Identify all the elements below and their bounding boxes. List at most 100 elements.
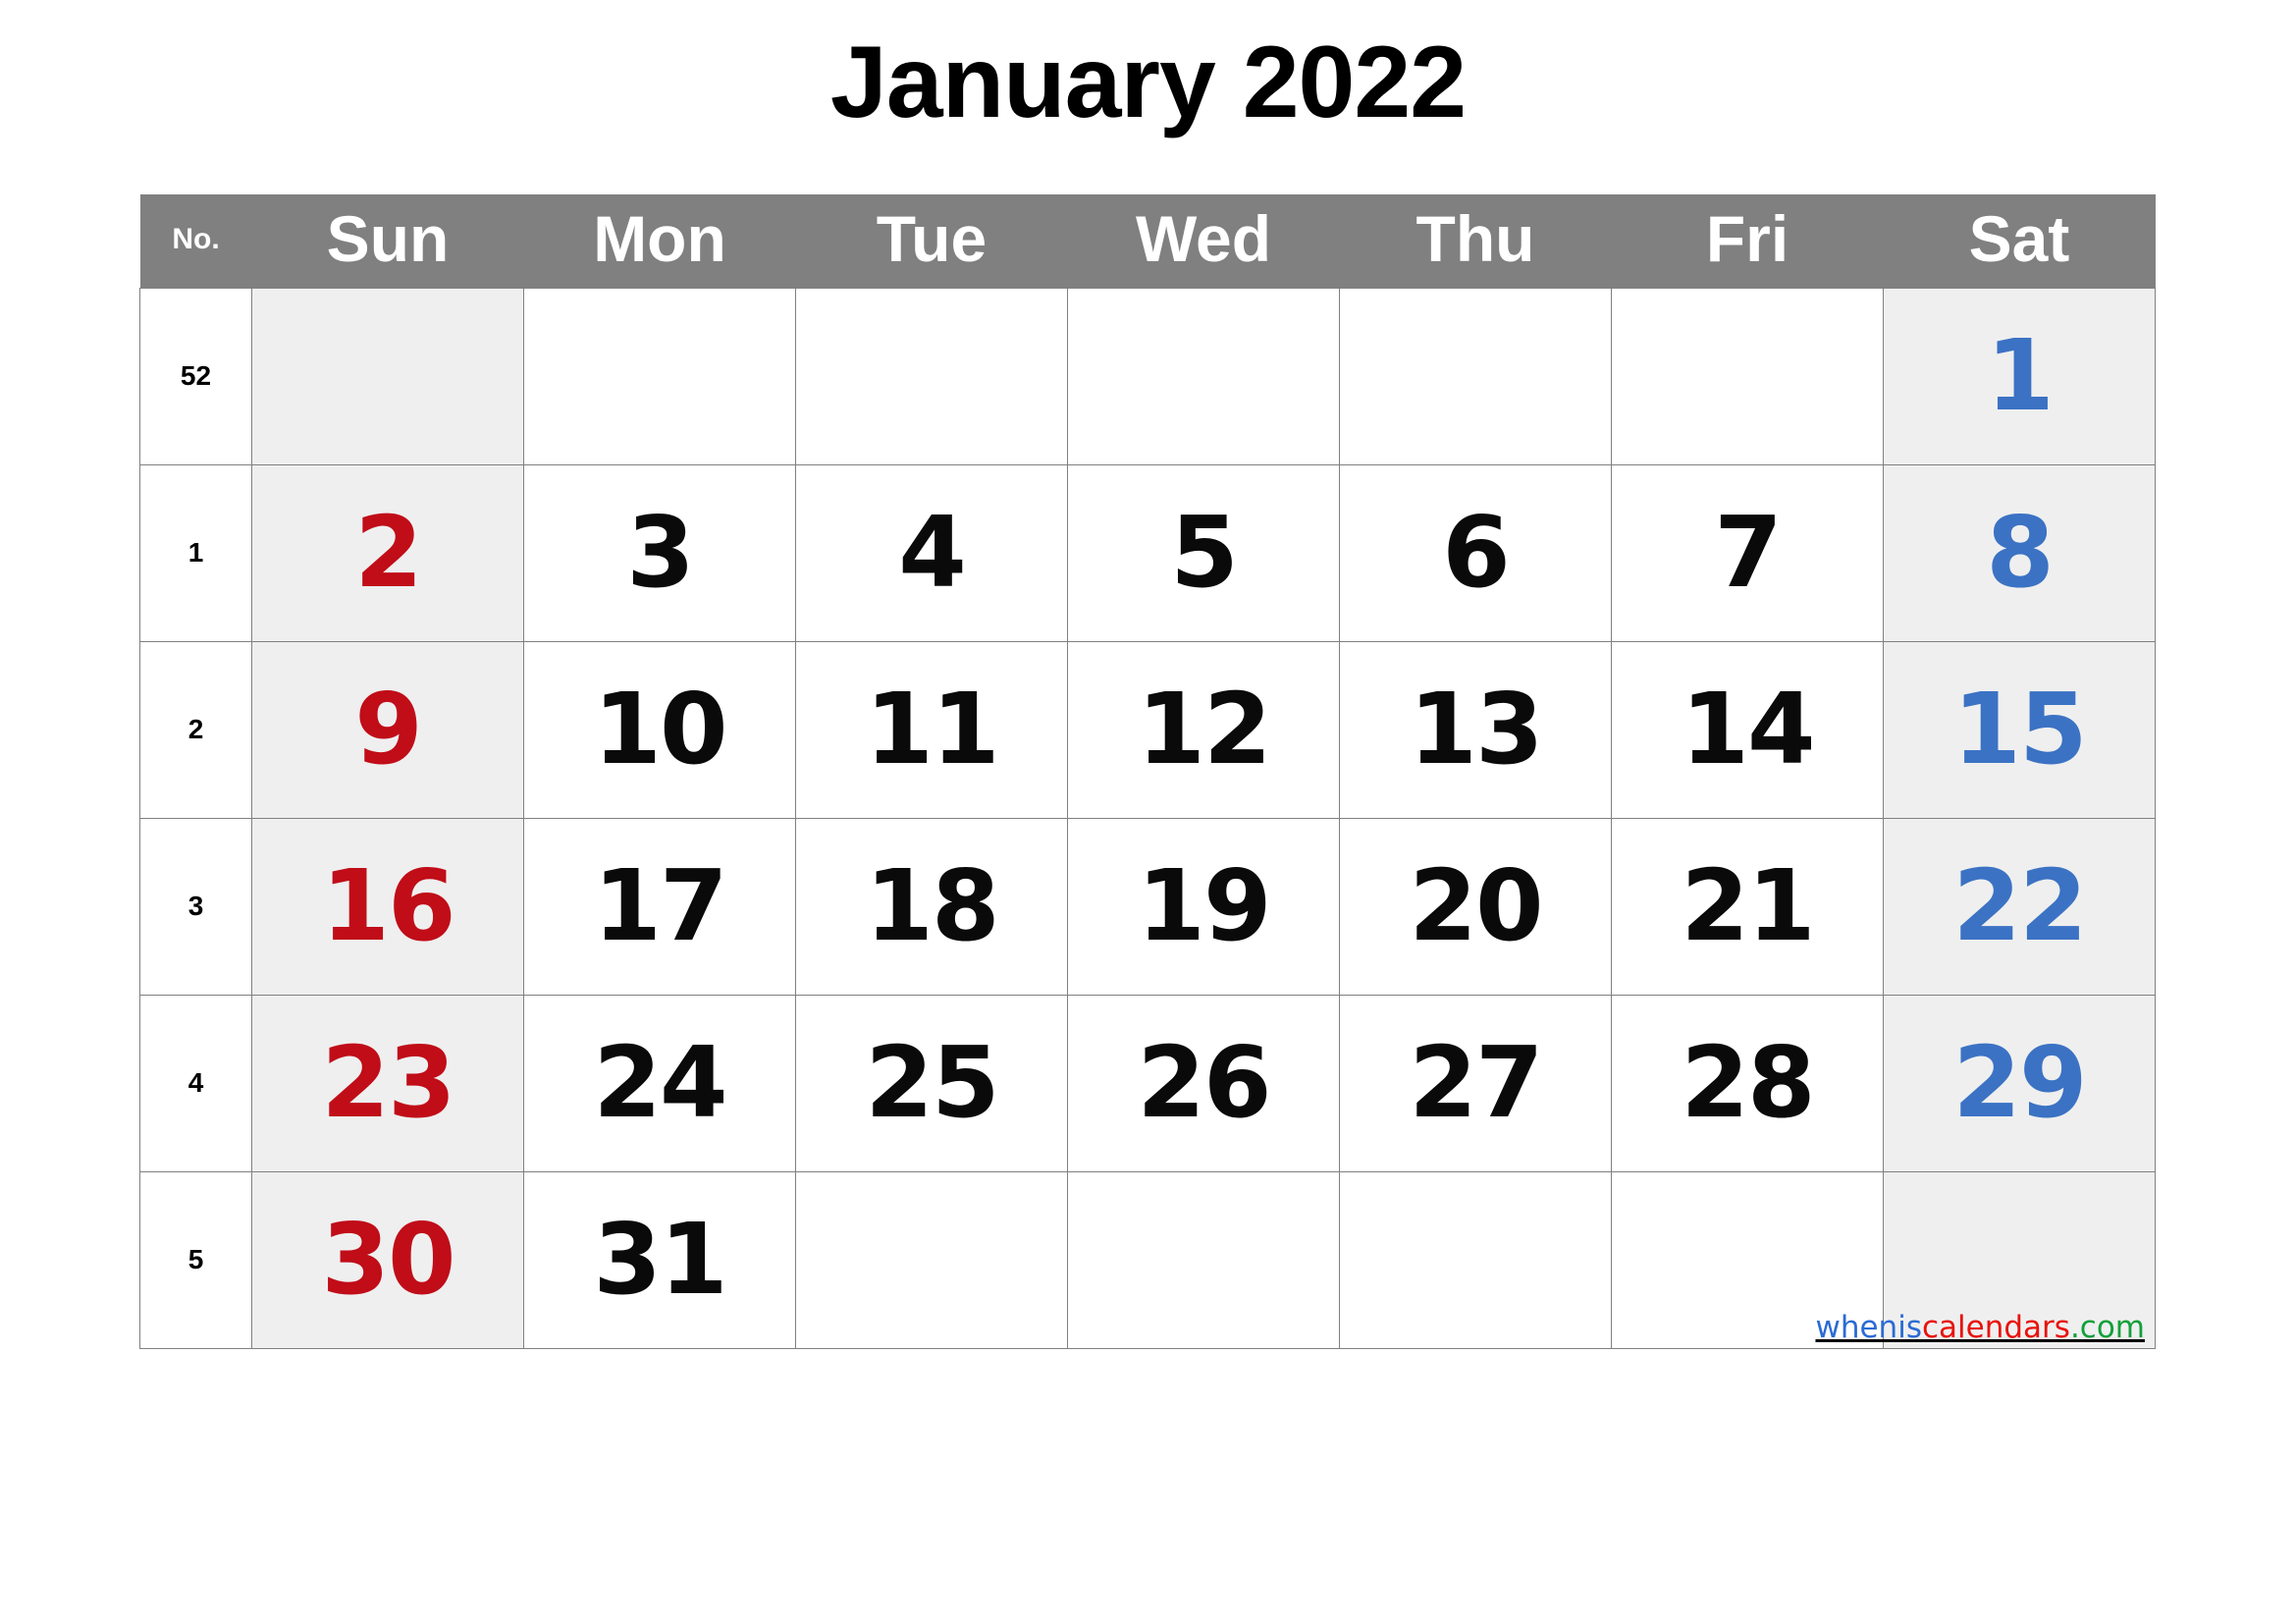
day-number: 15 xyxy=(1952,672,2087,786)
day-number: 24 xyxy=(593,1025,727,1140)
day-number: 14 xyxy=(1681,672,1815,786)
calendar-day-cell[interactable]: 3 xyxy=(523,463,796,642)
calendar-page: January 2022 No. Sun Mon Tue Wed Thu Fri… xyxy=(0,0,2296,1624)
day-number: 27 xyxy=(1409,1025,1543,1140)
calendar-day-cell[interactable] xyxy=(1067,1170,1340,1349)
day-number: 31 xyxy=(593,1202,727,1317)
day-header-fri: Fri xyxy=(1611,194,1884,288)
day-number: 8 xyxy=(1986,495,2055,610)
calendar-day-cell[interactable] xyxy=(1339,1170,1612,1349)
day-number: 12 xyxy=(1137,672,1271,786)
calendar-day-cell[interactable]: 21 xyxy=(1611,817,1884,996)
calendar-day-cell[interactable]: 1 xyxy=(1883,287,2156,465)
day-number: 3 xyxy=(626,495,695,610)
calendar-week-row: 3 16 17 18 19 20 21 22 xyxy=(139,817,2156,996)
calendar-day-cell[interactable]: 25 xyxy=(795,994,1068,1172)
day-header-thu: Thu xyxy=(1339,194,1612,288)
watermark-part-two: calendars xyxy=(1921,1309,2070,1345)
day-header-sun: Sun xyxy=(251,194,524,288)
week-number-cell: 4 xyxy=(139,994,252,1172)
calendar-day-cell[interactable] xyxy=(1611,287,1884,465)
calendar-day-cell[interactable] xyxy=(523,287,796,465)
calendar-day-cell[interactable]: 19 xyxy=(1067,817,1340,996)
day-number: 20 xyxy=(1409,848,1543,963)
day-number: 28 xyxy=(1681,1025,1815,1140)
day-number: 16 xyxy=(321,848,455,963)
day-number: 29 xyxy=(1952,1025,2087,1140)
day-number: 18 xyxy=(865,848,999,963)
calendar-day-cell[interactable]: 5 xyxy=(1067,463,1340,642)
day-number: 11 xyxy=(865,672,999,786)
calendar-day-cell[interactable]: 23 xyxy=(251,994,524,1172)
calendar-day-cell[interactable]: 31 xyxy=(523,1170,796,1349)
calendar-day-cell[interactable]: 11 xyxy=(795,640,1068,819)
day-number: 10 xyxy=(593,672,727,786)
calendar-day-cell[interactable]: 13 xyxy=(1339,640,1612,819)
calendar-day-cell[interactable]: 9 xyxy=(251,640,524,819)
day-number: 4 xyxy=(898,495,967,610)
calendar-day-cell[interactable]: 16 xyxy=(251,817,524,996)
calendar-day-cell[interactable]: wheniscalendars.com xyxy=(1815,1170,2156,1349)
page-title: January 2022 xyxy=(829,26,1467,139)
calendar-day-cell[interactable]: 17 xyxy=(523,817,796,996)
calendar-day-cell[interactable]: 8 xyxy=(1883,463,2156,642)
calendar-day-cell[interactable]: 4 xyxy=(795,463,1068,642)
calendar-day-cell[interactable]: 2 xyxy=(251,463,524,642)
day-number: 26 xyxy=(1137,1025,1271,1140)
calendar-day-cell[interactable]: 12 xyxy=(1067,640,1340,819)
day-header-tue: Tue xyxy=(795,194,1068,288)
day-number: 17 xyxy=(593,848,727,963)
calendar-day-cell[interactable]: 7 xyxy=(1611,463,1884,642)
calendar-week-row: 2 9 10 11 12 13 14 15 xyxy=(139,640,2156,819)
week-number-cell: 52 xyxy=(139,287,252,465)
watermark-link[interactable]: wheniscalendars.com xyxy=(1815,1311,2145,1344)
calendar-day-cell[interactable] xyxy=(251,287,524,465)
calendar-day-cell[interactable]: 10 xyxy=(523,640,796,819)
week-number-cell: 5 xyxy=(139,1170,252,1349)
day-number: 6 xyxy=(1442,495,1511,610)
day-header-sat: Sat xyxy=(1883,194,2156,288)
watermark-part-three: .com xyxy=(2069,1309,2145,1345)
weekday-header: No. Sun Mon Tue Wed Thu Fri Sat xyxy=(139,194,2156,288)
calendar-day-cell[interactable]: 30 xyxy=(251,1170,524,1349)
calendar-day-cell[interactable]: 28 xyxy=(1611,994,1884,1172)
day-number: 13 xyxy=(1409,672,1543,786)
calendar-day-cell[interactable] xyxy=(1339,287,1612,465)
calendar-day-cell[interactable]: 18 xyxy=(795,817,1068,996)
calendar-week-row: 5 30 31 wheniscalendars.com xyxy=(139,1170,2156,1349)
day-number: 9 xyxy=(354,672,423,786)
day-number: 1 xyxy=(1986,318,2055,433)
week-number-header: No. xyxy=(139,194,252,288)
day-number: 25 xyxy=(865,1025,999,1140)
calendar-day-cell[interactable]: 29 xyxy=(1883,994,2156,1172)
calendar-day-cell[interactable]: 14 xyxy=(1611,640,1884,819)
day-number: 22 xyxy=(1952,848,2087,963)
calendar-day-cell[interactable] xyxy=(1067,287,1340,465)
calendar-header-row: No. Sun Mon Tue Wed Thu Fri Sat xyxy=(139,194,2156,288)
calendar-day-cell[interactable]: 22 xyxy=(1883,817,2156,996)
day-number: 5 xyxy=(1170,495,1239,610)
calendar-day-cell[interactable] xyxy=(795,287,1068,465)
calendar-day-cell[interactable]: 6 xyxy=(1339,463,1612,642)
day-number: 7 xyxy=(1714,495,1783,610)
day-number: 21 xyxy=(1681,848,1815,963)
day-header-wed: Wed xyxy=(1067,194,1340,288)
day-header-mon: Mon xyxy=(523,194,796,288)
calendar-day-cell[interactable]: 15 xyxy=(1883,640,2156,819)
watermark-part-one: whenis xyxy=(1815,1309,1922,1345)
calendar-day-cell[interactable] xyxy=(795,1170,1068,1349)
week-number-cell: 3 xyxy=(139,817,252,996)
calendar-week-row: 52 1 xyxy=(139,287,2156,465)
calendar-week-row: 12 3 4 5 6 7 8 xyxy=(139,463,2156,642)
calendar-day-cell[interactable]: 27 xyxy=(1339,994,1612,1172)
calendar-day-cell[interactable]: 26 xyxy=(1067,994,1340,1172)
calendar-body: 52 1 1 2 3 4 5 6 7 8 2 9 10 11 12 13 14 15 3 16 17 18 19 20 21 22… xyxy=(139,287,2156,1349)
day-number: 2 xyxy=(354,495,423,610)
day-number: 30 xyxy=(321,1202,455,1317)
week-number-cell: 1 xyxy=(139,463,252,642)
calendar-day-cell[interactable]: 24 xyxy=(523,994,796,1172)
calendar-week-row: 4 23 24 25 26 27 28 29 xyxy=(139,994,2156,1172)
day-number: 19 xyxy=(1137,848,1271,963)
day-number: 23 xyxy=(321,1025,455,1140)
calendar-day-cell[interactable]: 20 xyxy=(1339,817,1612,996)
